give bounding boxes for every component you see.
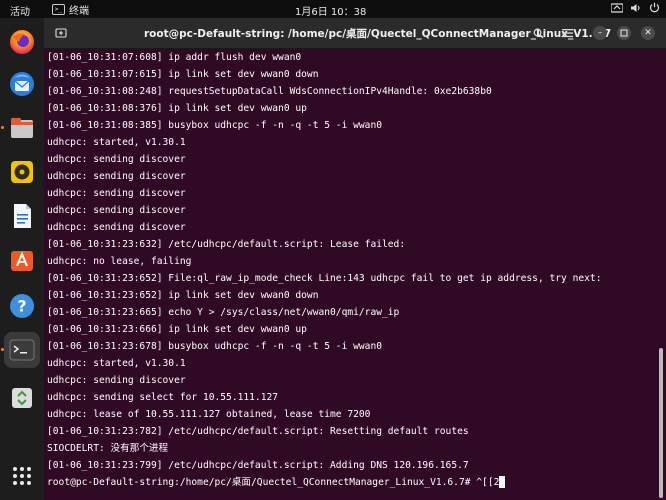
terminal-output[interactable]: [01-06_10:31:07:608] ip addr flush dev w… <box>44 49 659 500</box>
running-indicator <box>1 126 4 129</box>
terminal-line: [01-06_10:31:08:385] busybox udhcpc -f -… <box>47 120 383 131</box>
terminal-line: udhcpc: sending discover <box>47 154 186 165</box>
thunderbird-icon <box>10 72 34 96</box>
new-tab-icon <box>55 28 67 38</box>
terminal-line: udhcpc: lease of 10.55.111.127 obtained,… <box>47 409 371 420</box>
dock-firefox[interactable] <box>4 24 40 60</box>
close-button[interactable]: ✕ <box>641 26 655 40</box>
dock-terminal[interactable] <box>4 332 40 368</box>
maximize-icon <box>620 29 628 37</box>
terminal-line: [01-06_10:31:08:248] requestSetupDataCal… <box>47 86 492 97</box>
firefox-icon <box>10 30 34 54</box>
terminal-line: [01-06_10:31:23:665] echo Y > /sys/class… <box>47 307 400 318</box>
terminal-line: udhcpc: sending discover <box>47 171 186 182</box>
files-icon <box>11 118 33 138</box>
terminal-line: [01-06_10:31:23:652] ip link set dev wwa… <box>47 290 319 301</box>
system-tray[interactable] <box>611 2 660 13</box>
app-name: 终端 <box>69 6 89 17</box>
minimize-icon: – <box>597 28 603 38</box>
terminal-line: udhcpc: sending discover <box>47 205 186 216</box>
svg-text:?: ? <box>17 297 26 316</box>
software-icon <box>11 251 33 271</box>
network-icon[interactable] <box>611 2 623 13</box>
scrollbar[interactable] <box>659 348 663 498</box>
terminal-prompt-line[interactable]: root@pc-Default-string:/home/pc/桌面/Quect… <box>47 474 659 491</box>
terminal-line: [01-06_10:31:23:652] File:ql_raw_ip_mode… <box>47 273 602 284</box>
dock-help[interactable]: ? <box>4 288 40 324</box>
terminal-line: [01-06_10:31:23:782] /etc/udhcpc/default… <box>47 426 469 437</box>
terminal-line: [01-06_10:31:23:632] /etc/udhcpc/default… <box>47 239 406 250</box>
terminal-line: [01-06_10:31:08:376] ip link set dev wwa… <box>47 103 307 114</box>
terminal-line: [01-06_10:31:07:608] ip addr flush dev w… <box>47 52 302 63</box>
volume-icon[interactable] <box>630 3 642 13</box>
dock-writer[interactable] <box>4 198 40 234</box>
dock-app-grid[interactable] <box>4 458 40 494</box>
terminal-line: [01-06_10:31:23:678] busybox udhcpc -f -… <box>47 341 383 352</box>
window-title: root@pc-Default-string: /home/pc/桌面/Quec… <box>144 28 612 40</box>
shell-prompt: root@pc-Default-string:/home/pc/桌面/Quect… <box>47 477 500 488</box>
terminal-icon <box>9 339 35 361</box>
trash-icon <box>12 388 32 408</box>
rhythmbox-icon <box>11 161 33 183</box>
dock-rhythmbox[interactable] <box>4 154 40 190</box>
terminal-line: [01-06_10:31:07:615] ip link set dev wwa… <box>47 69 319 80</box>
terminal-line: udhcpc: sending discover <box>47 375 186 386</box>
terminal-window: root@pc-Default-string: /home/pc/桌面/Quec… <box>44 18 666 500</box>
dock-trash[interactable] <box>4 380 40 416</box>
terminal-small-icon: >_ <box>52 4 65 15</box>
app-grid-icon <box>13 467 31 485</box>
terminal-line: udhcpc: sending discover <box>47 188 186 199</box>
power-icon[interactable] <box>649 2 660 13</box>
terminal-line: [01-06_10:31:23:799] /etc/udhcpc/default… <box>47 460 469 471</box>
dock-thunderbird[interactable] <box>4 66 40 102</box>
top-bar: 活动 >_ 终端 1月6日 10：38 <box>0 0 666 18</box>
search-button[interactable] <box>527 23 549 43</box>
maximize-button[interactable] <box>617 26 631 40</box>
terminal-line: SIOCDELRT: 没有那个进程 <box>47 443 169 454</box>
writer-icon <box>14 204 31 228</box>
hamburger-icon <box>561 29 573 38</box>
header-bar: root@pc-Default-string: /home/pc/桌面/Quec… <box>44 18 666 49</box>
running-indicator <box>1 348 4 351</box>
menu-button[interactable] <box>556 23 578 43</box>
dock-software[interactable] <box>4 242 40 278</box>
clock[interactable]: 1月6日 10：38 <box>295 3 366 18</box>
terminal-line: udhcpc: no lease, failing <box>47 256 192 267</box>
minimize-button[interactable]: – <box>593 26 607 40</box>
activities-button[interactable]: 活动 <box>10 3 30 18</box>
text-cursor <box>499 476 506 488</box>
dock: ? <box>0 18 44 500</box>
new-tab-button[interactable] <box>50 23 72 43</box>
terminal-line: udhcpc: sending discover <box>47 222 186 233</box>
dock-files[interactable] <box>4 110 40 146</box>
terminal-line: udhcpc: sending select for 10.55.111.127 <box>47 392 279 403</box>
terminal-line: [01-06_10:31:23:666] ip link set dev wwa… <box>47 324 307 335</box>
close-icon: ✕ <box>644 28 652 38</box>
terminal-line: udhcpc: started, v1.30.1 <box>47 137 186 148</box>
help-icon: ? <box>10 294 34 318</box>
terminal-line: udhcpc: started, v1.30.1 <box>47 358 186 369</box>
app-menu[interactable]: >_ 终端 <box>52 2 89 17</box>
search-icon <box>533 28 543 38</box>
